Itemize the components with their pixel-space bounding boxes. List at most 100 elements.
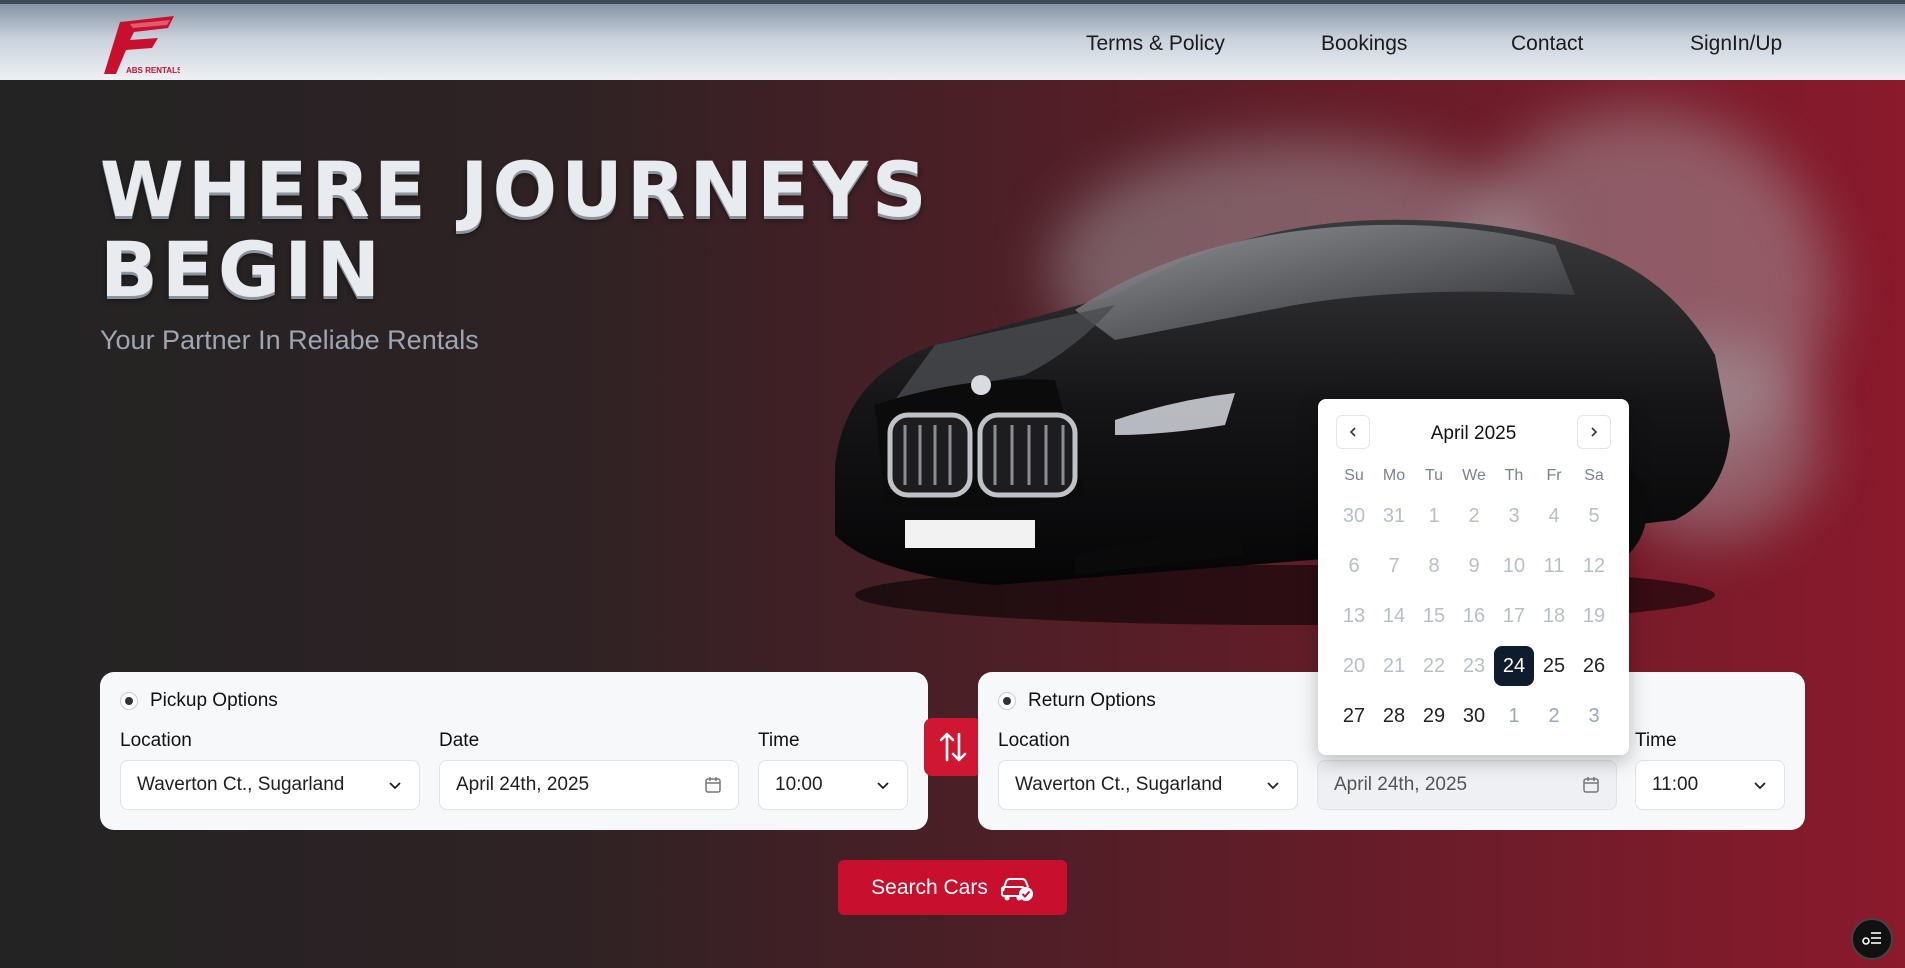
calendar-day: 11	[1534, 541, 1574, 591]
nav-terms-policy[interactable]: Terms & Policy	[1086, 4, 1225, 84]
next-month-button[interactable]	[1577, 415, 1611, 449]
swap-locations-button[interactable]	[924, 718, 982, 776]
weekday-header: Sa	[1584, 467, 1604, 484]
calendar-day: 3	[1494, 491, 1534, 541]
chevron-down-icon	[1267, 782, 1279, 790]
svg-text:ABS RENTALS: ABS RENTALS	[126, 66, 180, 75]
pickup-options-panel: Pickup Options Location Waverton Ct., Su…	[100, 672, 928, 830]
calendar-icon	[1583, 777, 1599, 793]
calendar-day-number: 29	[1422, 704, 1446, 727]
calendar-day: 1	[1414, 491, 1454, 541]
calendar-day: 22	[1414, 641, 1454, 691]
calendar-day: 19	[1574, 591, 1614, 641]
calendar-day: 7	[1374, 541, 1414, 591]
car-check-icon	[1000, 877, 1033, 901]
calendar-day: 6	[1334, 541, 1374, 591]
calendar-day: 10	[1494, 541, 1534, 591]
calendar-day-number: 12	[1582, 554, 1606, 577]
calendar-day[interactable]: 2	[1534, 691, 1574, 741]
search-cars-label: Search Cars	[871, 875, 988, 899]
calendar-day-number: 2	[1468, 504, 1480, 527]
calendar-day-number: 6	[1348, 554, 1360, 577]
calendar-grid: Su Mo Tu We Th Fr Sa 30 31 1 2 3 4 5 6 7 8 9 10 11 12 13 14 15 1…	[1334, 461, 1614, 741]
calendar-day-selected[interactable]: 24	[1494, 641, 1534, 691]
calendar-day-number: 13	[1342, 604, 1366, 627]
nav-contact[interactable]: Contact	[1511, 4, 1583, 84]
pickup-time-value: 10:00	[775, 774, 823, 795]
chat-widget-icon	[1862, 932, 1881, 945]
calendar-day[interactable]: 25	[1534, 641, 1574, 691]
swap-arrows-icon	[939, 732, 967, 762]
search-cars-button[interactable]: Search Cars	[838, 860, 1067, 915]
calendar-day-number: 28	[1382, 704, 1406, 727]
calendar-day: 23	[1454, 641, 1494, 691]
return-options-label: Return Options	[1028, 690, 1156, 711]
calendar-day: 12	[1574, 541, 1614, 591]
weekday-header: Su	[1344, 467, 1364, 484]
calendar-day[interactable]: 28	[1374, 691, 1414, 741]
hero-headline: WHERE JOURNEYS BEGIN	[100, 145, 931, 314]
calendar-day-number: 7	[1388, 554, 1400, 577]
calendar-day-number: 26	[1582, 654, 1606, 677]
calendar-day: 16	[1454, 591, 1494, 641]
calendar-day-number: 20	[1342, 654, 1366, 677]
pickup-options-label: Pickup Options	[150, 690, 278, 711]
return-options-radio[interactable]: Return Options	[998, 690, 1156, 712]
brand-logo[interactable]: ABS RENTALS	[100, 14, 183, 76]
hero-subtitle: Your Partner In Reliabe Rentals	[100, 325, 479, 355]
pickup-time-select[interactable]: 10:00	[758, 760, 908, 810]
calendar-day: 17	[1494, 591, 1534, 641]
calendar-day-number: 30	[1462, 704, 1486, 727]
calendar-day-number: 14	[1382, 604, 1406, 627]
pickup-time-label: Time	[758, 730, 800, 751]
calendar-day-number: 11	[1543, 554, 1565, 577]
nav-signin-signup[interactable]: SignIn/Up	[1690, 4, 1782, 84]
top-navbar: ABS RENTALS Terms & Policy Bookings Cont…	[0, 0, 1905, 80]
return-location-select[interactable]: Waverton Ct., Sugarland	[998, 760, 1298, 810]
calendar-day: 9	[1454, 541, 1494, 591]
return-time-value: 11:00	[1652, 774, 1699, 795]
calendar-day[interactable]: 27	[1334, 691, 1374, 741]
pickup-date-input[interactable]: April 24th, 2025	[439, 760, 739, 810]
calendar-day: 2	[1454, 491, 1494, 541]
nav-bookings[interactable]: Bookings	[1321, 4, 1407, 84]
date-picker-popover: April 2025 Su Mo Tu We Th Fr Sa 30 31 1 2 3 4 5 6 7 8 9 10…	[1318, 399, 1629, 755]
calendar-day: 30	[1334, 491, 1374, 541]
chevron-right-icon	[1591, 427, 1598, 437]
chat-widget-button[interactable]	[1851, 918, 1893, 960]
calendar-day-number: 3	[1588, 704, 1600, 727]
return-time-select[interactable]: 11:00	[1635, 760, 1785, 810]
weekday-header: Th	[1504, 467, 1524, 484]
calendar-day[interactable]: 1	[1494, 691, 1534, 741]
chevron-down-icon	[389, 782, 401, 790]
calendar-day-number: 16	[1462, 604, 1486, 627]
radio-selected-icon	[998, 692, 1016, 710]
calendar-day-number: 31	[1382, 504, 1406, 527]
calendar-day-number: 25	[1542, 654, 1566, 677]
return-location-label: Location	[998, 730, 1070, 751]
calendar-day-number: 1	[1428, 504, 1440, 527]
return-date-value: April 24th, 2025	[1334, 774, 1468, 795]
weekday-header: Mo	[1382, 467, 1406, 484]
calendar-day: 4	[1534, 491, 1574, 541]
calendar-day-number: 21	[1382, 654, 1406, 677]
calendar-day-number: 2	[1548, 704, 1560, 727]
calendar-day[interactable]: 3	[1574, 691, 1614, 741]
calendar-day[interactable]: 26	[1574, 641, 1614, 691]
weekday-header: Tu	[1424, 467, 1444, 484]
calendar-day-number: 27	[1342, 704, 1366, 727]
calendar-day-number: 15	[1422, 604, 1446, 627]
pickup-options-radio[interactable]: Pickup Options	[120, 690, 278, 712]
calendar-day-number: 24	[1494, 646, 1534, 686]
calendar-day-number: 10	[1502, 554, 1526, 577]
calendar-day: 15	[1414, 591, 1454, 641]
pickup-date-label: Date	[439, 730, 480, 751]
calendar-day[interactable]: 30	[1454, 691, 1494, 741]
pickup-location-value: Waverton Ct., Sugarland	[137, 774, 345, 795]
chevron-down-icon	[1754, 782, 1766, 790]
calendar-day[interactable]: 29	[1414, 691, 1454, 741]
return-date-input[interactable]: April 24th, 2025	[1317, 760, 1617, 810]
pickup-location-select[interactable]: Waverton Ct., Sugarland	[120, 760, 420, 810]
calendar-day-number: 18	[1542, 604, 1566, 627]
calendar-day: 20	[1334, 641, 1374, 691]
